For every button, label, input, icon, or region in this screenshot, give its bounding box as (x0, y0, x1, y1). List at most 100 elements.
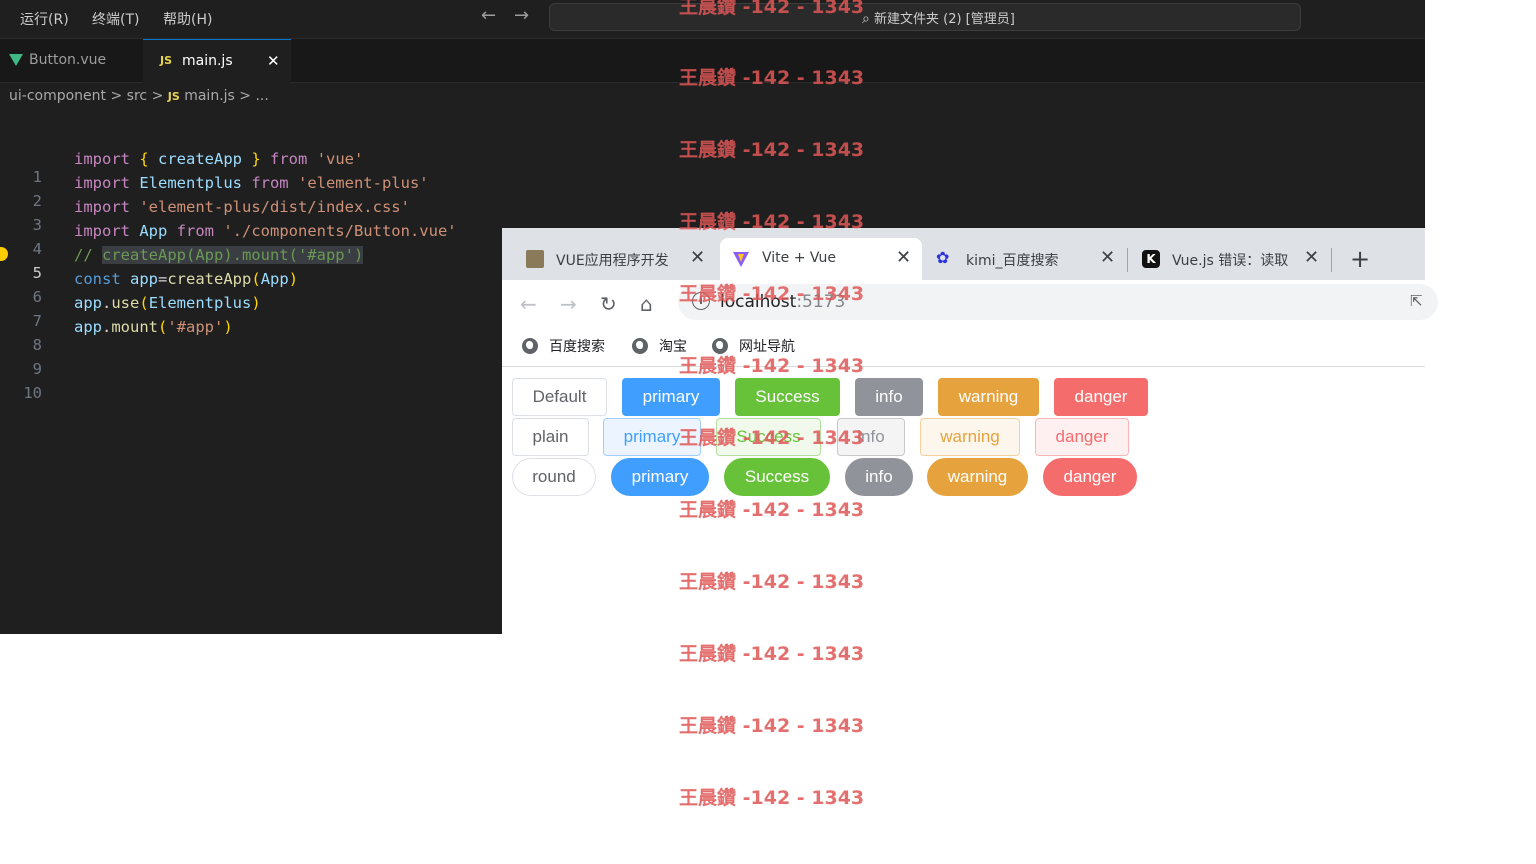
code-token: createApp (148, 150, 252, 168)
reload-icon[interactable]: ↻ (600, 292, 617, 316)
code-token: const (74, 270, 121, 288)
tab-label: Vite + Vue (762, 250, 837, 266)
tab-separator (1127, 248, 1128, 272)
code-token: createApp (167, 270, 252, 288)
bookmark-baidu[interactable]: 百度搜索 (522, 336, 605, 356)
code-token: from (241, 174, 298, 192)
close-icon[interactable]: ✕ (1304, 247, 1319, 268)
round-warning-button[interactable]: warning (927, 458, 1028, 496)
code-line[interactable]: 9 (0, 342, 500, 378)
code-token: './components/Button.vue' (223, 222, 457, 240)
code-line[interactable]: 6 const app=createApp(App) (0, 270, 500, 306)
watermark-text: 王晨鑽 -142 - 1343 (679, 499, 865, 521)
chevron-right-icon: > (239, 88, 252, 104)
plain-danger-button[interactable]: danger (1035, 418, 1129, 456)
tab-label: Vue.js 错误：读取 (1172, 253, 1289, 269)
forward-arrow-icon[interactable]: → (560, 292, 577, 316)
browser-tab-bar: VUE应用程序开发 ✕ Vite + Vue ✕ ✿ kimi_百度搜索 ✕ K… (502, 228, 1425, 280)
code-line[interactable]: 4 import App from './components/Button.v… (0, 222, 500, 258)
code-token: 'element-plus' (297, 174, 429, 192)
code-token: ( (158, 318, 168, 336)
back-arrow-icon[interactable]: ← (520, 292, 537, 316)
code-token: import (74, 174, 130, 192)
primary-button[interactable]: primary (622, 378, 720, 416)
code-token: 'element-plus/dist/index.css' (130, 198, 410, 216)
code-token: mount (111, 318, 159, 336)
code-line[interactable]: 2 import Elementplus from 'element-plus' (0, 174, 500, 210)
code-token: // (74, 246, 102, 264)
code-line-active[interactable]: 5 // createApp(App).mount('#app') (0, 246, 500, 282)
new-tab-button[interactable]: + (1350, 245, 1370, 273)
browser-tab-vite-vue[interactable]: Vite + Vue ✕ (720, 238, 922, 280)
round-success-button[interactable]: Success (724, 458, 830, 496)
code-line[interactable]: 10 (0, 366, 500, 402)
breadcrumb-file[interactable]: main.js (184, 88, 235, 104)
menu-help[interactable]: 帮助(H) (163, 9, 212, 29)
tab-button-vue[interactable]: Button.vue (0, 39, 142, 82)
code-token: ) (223, 318, 233, 336)
info-button[interactable]: info (855, 378, 923, 416)
code-token: import (74, 150, 130, 168)
round-info-button[interactable]: info (845, 458, 913, 496)
round-default-button[interactable]: round (512, 458, 596, 496)
close-icon[interactable]: ✕ (690, 247, 705, 268)
menu-terminal[interactable]: 终端(T) (92, 9, 139, 29)
menu-run[interactable]: 运行(R) (20, 9, 69, 29)
install-app-icon[interactable]: ⇱ (1410, 292, 1423, 310)
line-number: 10 (23, 384, 42, 402)
browser-toolbar: ← → ↻ ⌂ i localhost:5173 ⇱ (502, 280, 1438, 328)
code-token: from (260, 150, 317, 168)
command-center-label: 新建文件夹 (2) [管理员] (873, 12, 1015, 27)
warning-button[interactable]: warning (938, 378, 1039, 416)
js-icon: JS (167, 90, 180, 103)
baidu-paw-icon: ✿ (936, 248, 950, 267)
code-token: } (251, 150, 261, 168)
danger-button[interactable]: danger (1054, 378, 1148, 416)
round-primary-button[interactable]: primary (611, 458, 709, 496)
bookmarks-bar: 百度搜索 淘宝 网址导航 (502, 328, 1425, 367)
watermark-text: 王晨鑽 -142 - 1343 (679, 283, 865, 305)
round-danger-button[interactable]: danger (1043, 458, 1137, 496)
back-arrow-icon[interactable]: ← (481, 5, 496, 26)
tab-main-js[interactable]: JS main.js ✕ (143, 39, 291, 83)
watermark-text: 王晨鑽 -142 - 1343 (679, 355, 865, 377)
js-icon: JS (160, 54, 173, 67)
success-button[interactable]: Success (735, 378, 840, 416)
code-token: Elementplus (130, 174, 242, 192)
kimi-logo-icon: K (1142, 250, 1160, 268)
code-line[interactable]: 8 app.mount('#app') (0, 318, 500, 354)
globe-icon (632, 338, 648, 354)
plain-default-button[interactable]: plain (512, 418, 589, 456)
tab-label: VUE应用程序开发 (556, 253, 669, 269)
vue-icon (9, 54, 23, 66)
code-line[interactable]: 7 app.use(Elementplus) (0, 294, 500, 330)
page-content: Default primary Success info warning dan… (502, 367, 1425, 864)
breadcrumb-project[interactable]: ui-component (9, 88, 106, 104)
close-icon[interactable]: ✕ (267, 52, 280, 70)
close-icon[interactable]: ✕ (1100, 247, 1115, 268)
code-token: app (74, 318, 102, 336)
tab-label: Button.vue (29, 52, 107, 68)
default-button[interactable]: Default (512, 378, 607, 416)
breadcrumb-more[interactable]: ... (255, 88, 268, 104)
home-icon[interactable]: ⌂ (640, 292, 653, 316)
code-line[interactable]: 1 import { createApp } from 'vue' (0, 150, 500, 186)
plain-warning-button[interactable]: warning (920, 418, 1020, 456)
command-center[interactable]: ⌕ 新建文件夹 (2) [管理员] (549, 3, 1301, 31)
watermark-text: 王晨鑽 -142 - 1343 (679, 643, 865, 665)
breadcrumb-folder[interactable]: src (127, 88, 147, 104)
code-line[interactable]: 3 import 'element-plus/dist/index.css' (0, 198, 500, 234)
forward-arrow-icon[interactable]: → (514, 5, 529, 26)
code-token: App (130, 222, 168, 240)
browser-tab-vuejs-error[interactable]: K Vue.js 错误：读取 ✕ (1132, 238, 1328, 280)
code-token: createApp(App).mount('#app') (102, 246, 364, 264)
browser-tab-kimi[interactable]: ✿ kimi_百度搜索 ✕ (926, 238, 1126, 280)
close-icon[interactable]: ✕ (896, 247, 911, 268)
code-token: app (74, 294, 102, 312)
watermark-text: 王晨鑽 -142 - 1343 (679, 427, 865, 449)
browser-tab-vue-app[interactable]: VUE应用程序开发 ✕ (516, 238, 716, 280)
bookmark-label: 百度搜索 (549, 339, 605, 355)
code-token: use (111, 294, 140, 312)
code-token: from (167, 222, 224, 240)
code-token: ) (251, 294, 261, 312)
